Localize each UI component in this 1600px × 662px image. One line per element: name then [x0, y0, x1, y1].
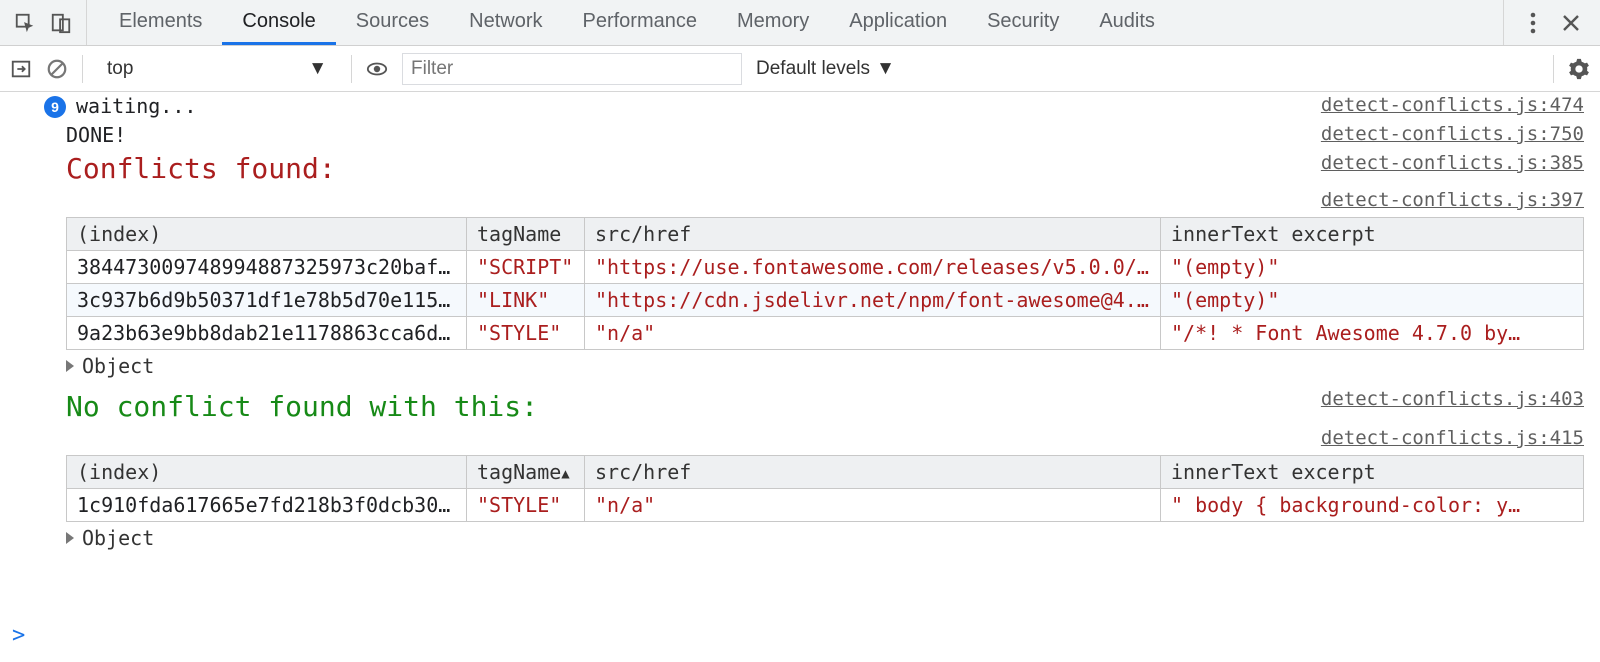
live-expression-icon[interactable] — [366, 58, 388, 80]
tab-memory[interactable]: Memory — [717, 0, 829, 45]
no-conflict-table-wrap: (index) tagName▲ src/href innerText exce… — [0, 451, 1600, 524]
tab-network[interactable]: Network — [449, 0, 562, 45]
repeat-badge: 9 — [44, 96, 66, 118]
log-line-done: DONE! detect-conflicts.js:750 — [0, 121, 1600, 150]
source-link[interactable]: detect-conflicts.js:415 — [1321, 427, 1584, 449]
conflicts-table: (index) tagName src/href innerText excer… — [66, 217, 1584, 350]
col-index[interactable]: (index) — [67, 218, 467, 251]
source-link[interactable]: detect-conflicts.js:397 — [1321, 189, 1584, 211]
cell-src: "n/a" — [585, 317, 1161, 350]
tab-security[interactable]: Security — [967, 0, 1079, 45]
table-row: 9a23b63e9bb8dab21e1178863cca6d4d "STYLE"… — [67, 317, 1584, 350]
cell-tag: "STYLE" — [467, 317, 585, 350]
col-src[interactable]: src/href — [585, 218, 1161, 251]
console-prompt[interactable]: > — [12, 623, 25, 648]
source-link[interactable]: detect-conflicts.js:750 — [1321, 123, 1584, 145]
tabstrip-right-icons — [1503, 0, 1600, 45]
log-level-select[interactable]: Default levels ▼ — [756, 58, 895, 80]
cell-inner: "(empty)" — [1161, 251, 1584, 284]
console-toolbar: top ▼ Default levels ▼ — [0, 46, 1600, 92]
cell-index: 9a23b63e9bb8dab21e1178863cca6d4d — [67, 317, 467, 350]
source-link[interactable]: detect-conflicts.js:403 — [1321, 388, 1584, 410]
col-tagname[interactable]: tagName — [467, 218, 585, 251]
tab-elements[interactable]: Elements — [99, 0, 222, 45]
close-icon[interactable] — [1560, 12, 1582, 34]
levels-label: Default levels — [756, 58, 870, 80]
cell-tag: "LINK" — [467, 284, 585, 317]
col-index[interactable]: (index) — [67, 456, 467, 489]
log-text: No conflict found with this: — [66, 390, 538, 423]
toolbar-divider — [351, 55, 352, 83]
toolbar-divider — [82, 55, 83, 83]
table-row: 3c937b6d9b50371df1e78b5d70e11512 "LINK" … — [67, 284, 1584, 317]
object-label: Object — [82, 354, 154, 378]
table-row: 1c910fda617665e7fd218b3f0dcb3051 "STYLE"… — [67, 489, 1584, 522]
no-conflict-table: (index) tagName▲ src/href innerText exce… — [66, 455, 1584, 522]
tab-application[interactable]: Application — [829, 0, 967, 45]
kebab-menu-icon[interactable] — [1522, 12, 1544, 34]
device-toggle-icon[interactable] — [50, 12, 72, 34]
cell-inner: " body { background-color: y… — [1161, 489, 1584, 522]
tabstrip-left-icons — [0, 0, 87, 45]
cell-index: 1c910fda617665e7fd218b3f0dcb3051 — [67, 489, 467, 522]
cell-index: 384473009748994887325973c20baf67 — [67, 251, 467, 284]
toolbar-divider — [1553, 55, 1554, 83]
gear-icon[interactable] — [1568, 58, 1590, 80]
log-line-conflicts-header: Conflicts found: detect-conflicts.js:385 — [0, 150, 1600, 187]
cell-index: 3c937b6d9b50371df1e78b5d70e11512 — [67, 284, 467, 317]
sidebar-toggle-icon[interactable] — [10, 58, 32, 80]
col-tagname-label: tagName — [477, 460, 561, 484]
log-line-waiting: 9 waiting... detect-conflicts.js:474 — [0, 92, 1600, 121]
object-expand[interactable]: Object — [0, 352, 1600, 386]
table-row: 384473009748994887325973c20baf67 "SCRIPT… — [67, 251, 1584, 284]
col-inner[interactable]: innerText excerpt — [1161, 218, 1584, 251]
cell-inner: "(empty)" — [1161, 284, 1584, 317]
tab-audits[interactable]: Audits — [1079, 0, 1175, 45]
sort-asc-icon: ▲ — [561, 466, 569, 482]
cell-src: "https://use.fontawesome.com/releases/v5… — [585, 251, 1161, 284]
log-text: Conflicts found: — [66, 152, 336, 185]
object-label: Object — [82, 526, 154, 550]
cell-tag: "SCRIPT" — [467, 251, 585, 284]
source-link[interactable]: detect-conflicts.js:385 — [1321, 152, 1584, 174]
execution-context-select[interactable]: top ▼ — [97, 58, 337, 80]
table-header-row: (index) tagName▲ src/href innerText exce… — [67, 456, 1584, 489]
col-tagname[interactable]: tagName▲ — [467, 456, 585, 489]
expand-triangle-icon — [66, 360, 74, 372]
filter-input[interactable] — [402, 53, 742, 85]
chevron-down-icon: ▼ — [308, 58, 327, 80]
conflicts-table-wrap: (index) tagName src/href innerText excer… — [0, 213, 1600, 352]
tab-console[interactable]: Console — [222, 0, 335, 45]
context-label: top — [107, 58, 133, 80]
col-inner[interactable]: innerText excerpt — [1161, 456, 1584, 489]
cell-src: "https://cdn.jsdelivr.net/npm/font-aweso… — [585, 284, 1161, 317]
cell-inner: "/*! * Font Awesome 4.7.0 by… — [1161, 317, 1584, 350]
inspect-icon[interactable] — [14, 12, 36, 34]
object-expand[interactable]: Object — [0, 524, 1600, 558]
tab-sources[interactable]: Sources — [336, 0, 449, 45]
log-text: DONE! — [66, 123, 126, 147]
chevron-down-icon: ▼ — [876, 58, 895, 80]
tab-performance[interactable]: Performance — [563, 0, 718, 45]
cell-tag: "STYLE" — [467, 489, 585, 522]
expand-triangle-icon — [66, 532, 74, 544]
devtools-tabstrip: Elements Console Sources Network Perform… — [0, 0, 1600, 46]
log-line-no-conflict: No conflict found with this: detect-conf… — [0, 386, 1600, 425]
cell-src: "n/a" — [585, 489, 1161, 522]
tabs: Elements Console Sources Network Perform… — [87, 0, 1503, 45]
log-text: waiting... — [76, 94, 196, 118]
console-output: 9 waiting... detect-conflicts.js:474 DON… — [0, 92, 1600, 662]
col-src[interactable]: src/href — [585, 456, 1161, 489]
filter-input-wrap — [402, 53, 742, 85]
clear-console-icon[interactable] — [46, 58, 68, 80]
table-header-row: (index) tagName src/href innerText excer… — [67, 218, 1584, 251]
source-link[interactable]: detect-conflicts.js:474 — [1321, 94, 1584, 116]
